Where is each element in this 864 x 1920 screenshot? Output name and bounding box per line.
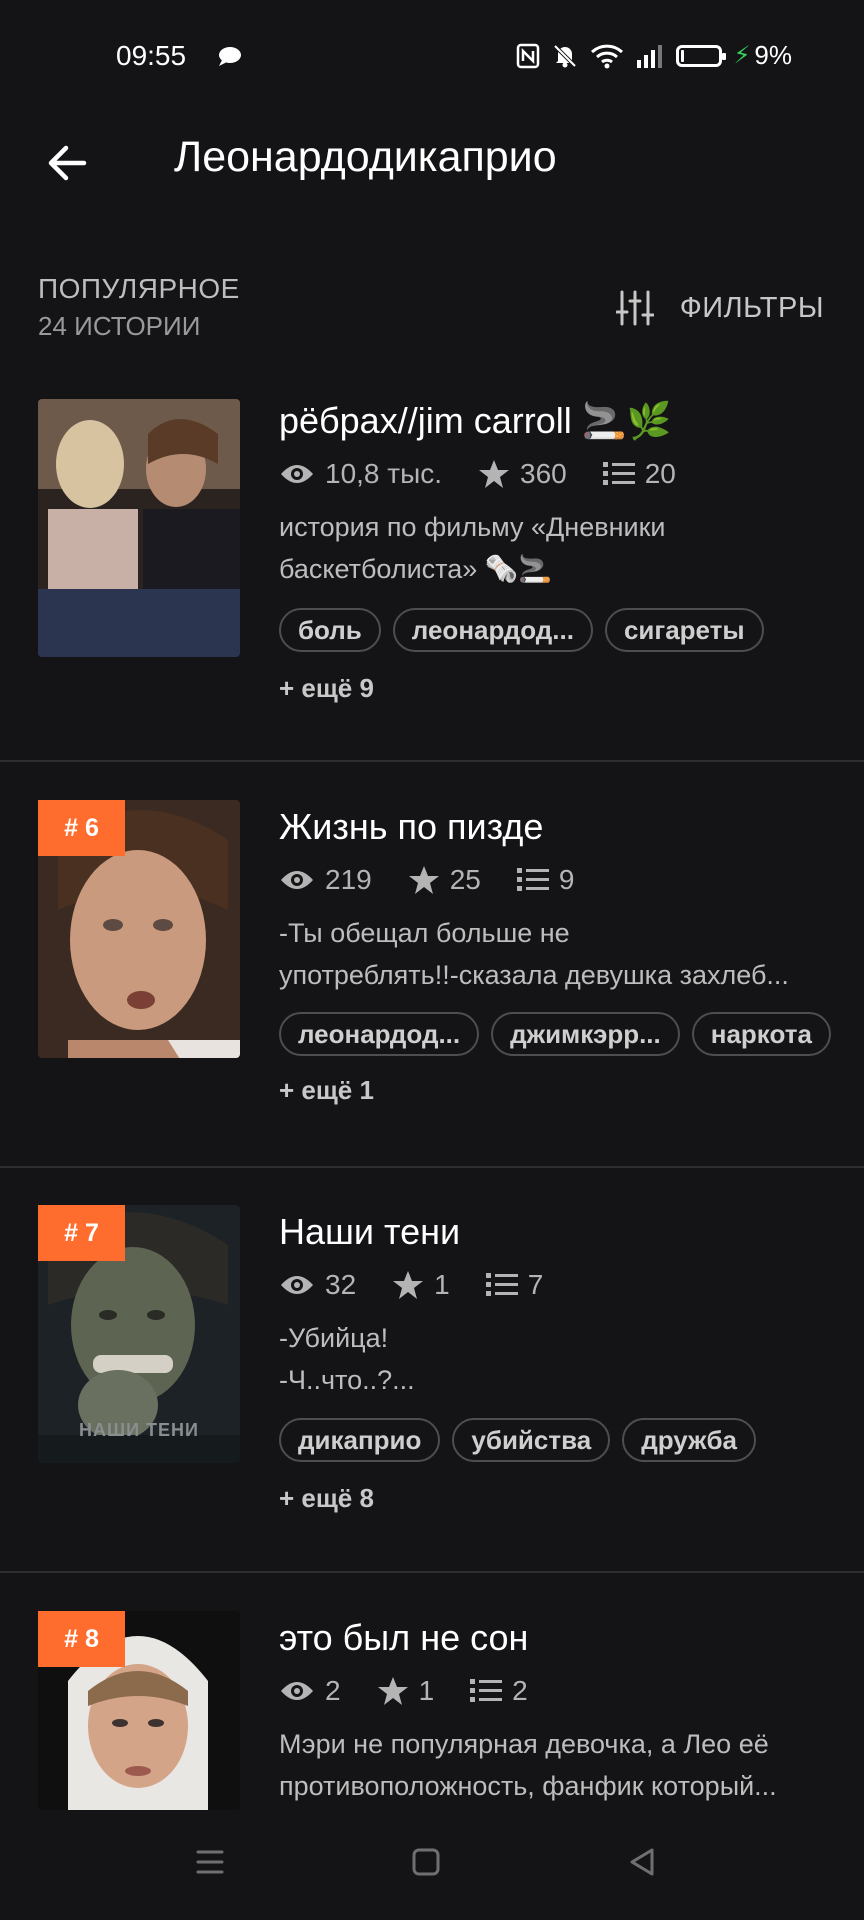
story-title[interactable]: это был не сон <box>279 1617 528 1659</box>
rank-badge: # 8 <box>38 1611 125 1667</box>
eye-icon <box>281 1682 313 1700</box>
chapters-count: 2 <box>512 1675 528 1706</box>
back-triangle-icon[interactable] <box>622 1842 662 1882</box>
star-icon <box>377 1677 408 1705</box>
menu-icon[interactable] <box>190 1842 230 1882</box>
story-stats: 2 1 2 <box>279 1675 528 1707</box>
stars-count: 1 <box>418 1675 435 1706</box>
story-card[interactable]: # 8 это был не сон 2 1 2 Мэри не популяр… <box>0 0 864 1810</box>
chapters-list-icon <box>470 1679 503 1702</box>
system-nav-bar <box>0 1810 864 1920</box>
story-description: Мэри не популярная девочка, а Лео её про… <box>279 1729 777 1801</box>
home-icon[interactable] <box>406 1842 446 1882</box>
views-count: 2 <box>325 1675 341 1706</box>
